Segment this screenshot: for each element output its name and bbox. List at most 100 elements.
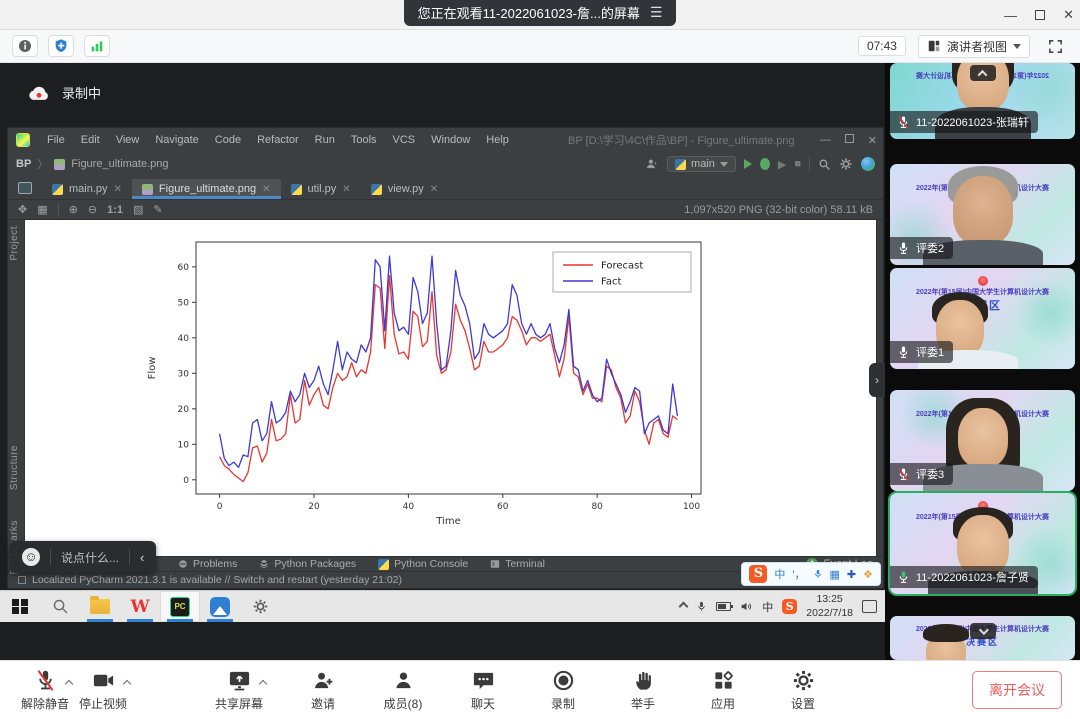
pycharm-restore[interactable] [845, 134, 854, 143]
sogou-tray-icon[interactable]: S [782, 599, 797, 614]
unmute-button[interactable]: 解除静音 [18, 669, 72, 712]
tool-problems[interactable]: Problems [178, 558, 237, 570]
volume-icon[interactable] [740, 600, 753, 613]
stop-button[interactable]: ■ [794, 158, 801, 170]
start-button[interactable] [0, 591, 40, 622]
action-center-icon[interactable] [862, 600, 877, 613]
menu-navigate[interactable]: Navigate [148, 132, 205, 148]
chat-quick-bar[interactable]: ☺ 说点什么... ‹ [10, 541, 156, 573]
ime-toolbox-icon[interactable]: ❖ [863, 568, 873, 581]
video-panel-toggle[interactable]: › [869, 363, 885, 397]
scroll-down-button[interactable] [970, 623, 996, 639]
coverage-button[interactable]: ▶ [778, 158, 786, 171]
chat-placeholder[interactable]: 说点什么... [61, 549, 119, 566]
tool-terminal[interactable]: Terminal [490, 558, 545, 570]
participant-tile[interactable]: 2022年(第15届)中国大学生计算机设计大赛区 评委3 [890, 390, 1075, 491]
apps-button[interactable]: 应用 [696, 669, 750, 712]
checkerboard-icon[interactable]: ▨ [133, 203, 143, 216]
sogou-logo-icon[interactable]: S [749, 565, 767, 583]
taskbar-meeting-app[interactable] [200, 591, 240, 622]
taskbar-wps[interactable]: W [120, 591, 160, 622]
fullscreen-button[interactable] [1042, 35, 1068, 57]
stop-video-button[interactable]: 停止视频 [76, 669, 130, 712]
codewithme-user-icon[interactable] [645, 157, 659, 171]
taskbar-file-explorer[interactable] [80, 591, 120, 622]
ime-skin-icon[interactable]: ✚ [847, 568, 856, 581]
menu-window[interactable]: Window [424, 132, 477, 148]
grid-toggle-icon[interactable]: ▦ [37, 203, 47, 216]
view-mode-selector[interactable]: 演讲者视图 [918, 35, 1030, 58]
settings-gear-icon[interactable] [839, 157, 853, 171]
menu-code[interactable]: Code [208, 132, 248, 148]
tray-expand-icon[interactable] [679, 602, 689, 612]
emoji-icon[interactable]: ☺ [22, 548, 40, 566]
ime-mic-icon[interactable] [813, 568, 823, 580]
taskbar-pycharm[interactable]: PC [160, 591, 200, 622]
tab-util-py[interactable]: util.py✕ [281, 179, 361, 199]
close-tab-icon[interactable]: ✕ [114, 184, 122, 195]
run-config-selector[interactable]: main [667, 156, 736, 172]
banner-menu-icon[interactable]: ☰ [650, 4, 663, 21]
status-message[interactable]: Localized PyCharm 2021.3.1 is available … [32, 574, 402, 586]
security-shield-icon[interactable] [48, 35, 74, 57]
ime-keyboard-icon[interactable]: ▦ [830, 568, 840, 581]
ime-punct-icon[interactable]: '， [792, 566, 805, 582]
invite-button[interactable]: 邀请 [296, 669, 350, 712]
raise-hand-button[interactable]: 举手 [616, 669, 670, 712]
record-button[interactable]: 录制 [536, 669, 590, 712]
menu-view[interactable]: View [109, 132, 147, 148]
tab-view-py[interactable]: view.py✕ [361, 179, 448, 199]
close-button[interactable]: ✕ [1063, 7, 1074, 23]
maximize-button[interactable] [1035, 10, 1045, 20]
zoom-in-icon[interactable]: ⊕ [69, 203, 78, 216]
tray-mic-icon[interactable] [696, 600, 707, 613]
tool-structure[interactable]: Structure [9, 445, 20, 490]
tab-main-py[interactable]: main.py✕ [42, 179, 132, 199]
tool-python-packages[interactable]: Python Packages [259, 558, 356, 570]
scroll-up-button[interactable] [970, 65, 996, 81]
participant-tile-active-speaker[interactable]: 2022年(第15届)中国大学生计算机设计大赛上海 11-2022061023-… [890, 493, 1075, 594]
menu-help[interactable]: Help [479, 132, 516, 148]
ime-mode-indicator[interactable]: 中 [774, 566, 785, 582]
close-tab-icon[interactable]: ✕ [262, 184, 270, 195]
zoom-level[interactable]: 1:1 [107, 204, 123, 216]
menu-vcs[interactable]: VCS [386, 132, 423, 148]
battery-icon[interactable] [716, 602, 731, 611]
eyedropper-icon[interactable]: ✎ [153, 203, 162, 216]
participant-tile[interactable]: 2022年(第15届)中国大学生计算机设计大赛决赛区 评委1 [890, 268, 1075, 369]
breadcrumb-file[interactable]: Figure_ultimate.png [71, 158, 168, 170]
menu-file[interactable]: File [40, 132, 72, 148]
menu-tools[interactable]: Tools [344, 132, 384, 148]
ime-tray-indicator[interactable]: 中 [762, 599, 773, 615]
zoom-out-icon[interactable]: ⊖ [88, 203, 97, 216]
close-tab-icon[interactable]: ✕ [430, 184, 438, 195]
profile-sphere-icon[interactable] [861, 157, 875, 171]
debug-button[interactable] [760, 158, 770, 170]
tab-figure-ultimate-png[interactable]: Figure_ultimate.png✕ [132, 179, 281, 199]
pycharm-close[interactable]: ✕ [868, 134, 877, 147]
tool-python-console[interactable]: Python Console [378, 558, 468, 570]
menu-refactor[interactable]: Refactor [250, 132, 306, 148]
network-signal-icon[interactable] [84, 35, 110, 57]
settings-button[interactable]: 设置 [776, 669, 830, 712]
collapse-left-icon[interactable]: ‹ [140, 550, 144, 565]
close-tab-icon[interactable]: ✕ [342, 184, 350, 195]
share-screen-button[interactable]: 共享屏幕 [212, 669, 266, 712]
sogou-ime-bar[interactable]: S 中 '， ▦ ✚ ❖ [741, 562, 881, 586]
breadcrumb-root[interactable]: BP [16, 158, 31, 170]
tool-project[interactable]: Project [9, 226, 20, 261]
run-button[interactable] [744, 159, 752, 169]
pycharm-minimize[interactable]: — [820, 134, 831, 147]
menu-edit[interactable]: Edit [74, 132, 107, 148]
menu-run[interactable]: Run [308, 132, 342, 148]
search-icon[interactable] [818, 158, 831, 171]
meeting-info-icon[interactable] [12, 35, 38, 57]
fit-zoom-icon[interactable]: ✥ [18, 203, 27, 216]
taskbar-settings[interactable] [240, 591, 280, 622]
members-button[interactable]: 成员(8) [376, 669, 430, 712]
participant-tile[interactable]: 2022年(第15届)中国大学生计算机设计大赛上海 评委2 [890, 164, 1075, 265]
leave-meeting-button[interactable]: 离开会议 [972, 671, 1062, 709]
taskbar-clock[interactable]: 13:25 2022/7/18 [806, 593, 853, 619]
editor-window-icon[interactable] [18, 182, 32, 194]
taskbar-search[interactable] [40, 591, 80, 622]
